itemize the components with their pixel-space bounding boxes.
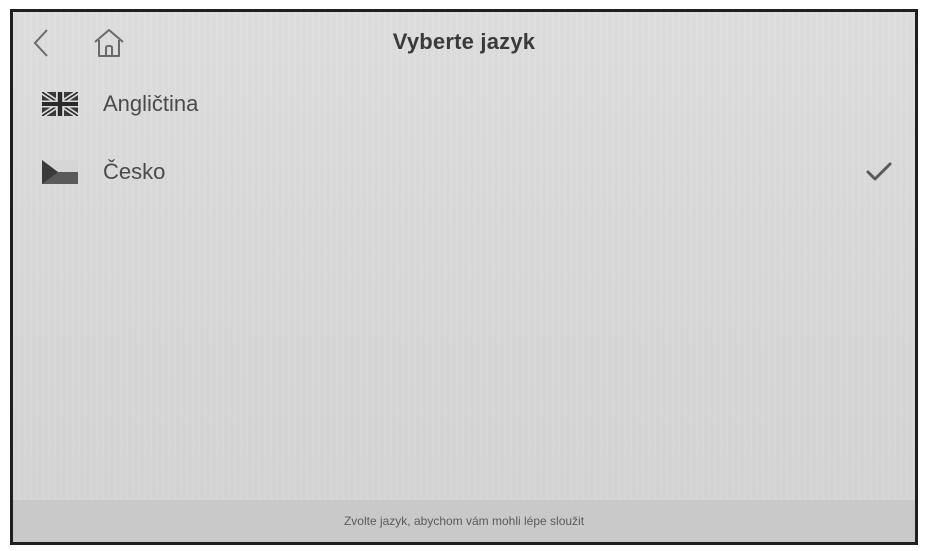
footer-hint-text: Zvolte jazyk, abychom vám mohli lépe slo…	[343, 514, 585, 528]
page-title: Vyberte jazyk	[392, 29, 536, 54]
checkmark-icon	[863, 159, 895, 185]
header-bar: Vyberte jazyk	[13, 12, 915, 74]
uk-flag-icon	[40, 91, 80, 117]
language-label: Angličtina	[103, 91, 199, 116]
language-item-czech[interactable]: Česko	[13, 138, 915, 206]
language-item-english[interactable]: Angličtina	[13, 70, 915, 138]
language-label: Česko	[103, 159, 166, 184]
language-list: Angličtina Česko	[13, 70, 915, 206]
device-screen: Vyberte jazyk Angličtina Česko Zvolte ja…	[10, 9, 918, 545]
czech-flag-icon	[40, 159, 80, 185]
footer-bar: Zvolte jazyk, abychom vám mohli lépe slo…	[13, 500, 915, 542]
